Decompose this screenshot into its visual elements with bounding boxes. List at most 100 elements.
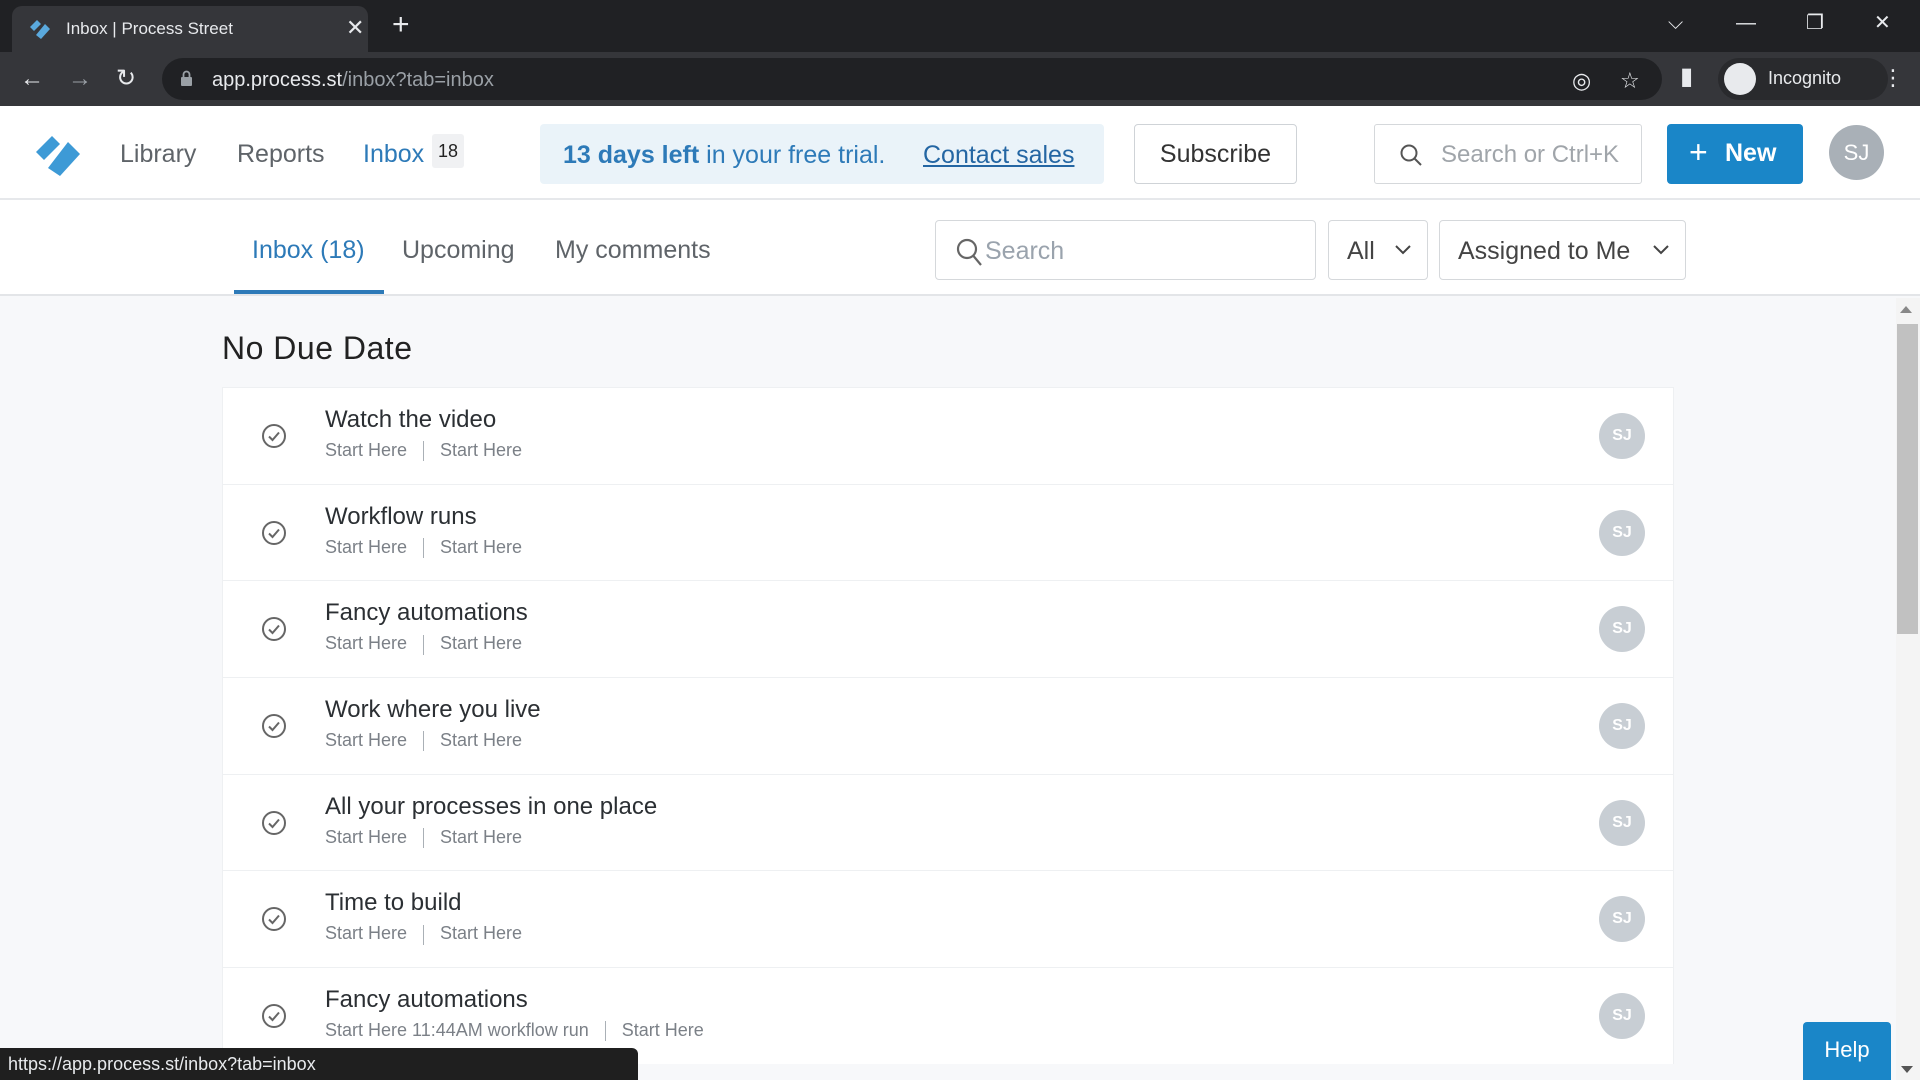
trial-message-rest: in your free trial. <box>699 141 886 169</box>
scroll-down-arrow-icon[interactable] <box>1901 1066 1913 1073</box>
reload-icon[interactable]: ↻ <box>116 64 136 94</box>
workflow-run-name[interactable]: Start Here <box>325 633 407 653</box>
incognito-label: Incognito <box>1768 68 1842 88</box>
new-tab-button[interactable]: + <box>392 8 410 42</box>
task-title[interactable]: Workflow runs <box>325 503 477 531</box>
task-meta: Start Here Start Here <box>325 827 522 848</box>
task-meta: Start Here Start Here <box>325 440 522 462</box>
assignee-avatar[interactable]: SJ <box>1599 703 1645 750</box>
subscribe-button[interactable]: Subscribe <box>1134 124 1297 184</box>
link-hover-status: https://app.process.st/inbox?tab=inbox <box>0 1048 638 1080</box>
check-circle-icon[interactable] <box>261 810 287 836</box>
task-row[interactable]: Watch the video Start Here Start Here SJ <box>222 387 1674 484</box>
task-row[interactable]: Workflow runs Start Here Start Here SJ <box>222 483 1674 581</box>
tab-search-chevron-icon[interactable]: ⌵ <box>1668 8 1683 38</box>
task-title[interactable]: Fancy automations <box>325 599 528 627</box>
task-title[interactable]: Fancy automations <box>325 986 528 1014</box>
trial-banner: 13 days left in your free trial. Contact… <box>540 124 1104 184</box>
task-meta: Start Here Start Here <box>325 537 522 558</box>
close-window-icon[interactable]: ✕ <box>1874 8 1891 38</box>
task-title[interactable]: All your processes in one place <box>325 793 657 821</box>
type-filter-value: All <box>1347 237 1375 265</box>
task-row[interactable]: Fancy automations Start Here Start Here S… <box>222 580 1674 678</box>
workflow-name[interactable]: Start Here <box>440 440 522 460</box>
assignee-avatar[interactable]: SJ <box>1599 896 1645 943</box>
workflow-run-name[interactable]: Start Here <box>325 537 407 557</box>
process-street-logo-icon[interactable] <box>34 132 84 176</box>
assignee-avatar[interactable]: SJ <box>1599 509 1645 556</box>
task-meta: Start Here Start Here <box>325 923 522 945</box>
plus-icon: + <box>1689 134 1708 170</box>
workflow-name[interactable]: Start Here <box>440 923 522 943</box>
browser-tab[interactable]: Inbox | Process Street ✕ <box>12 6 368 52</box>
workflow-run-name[interactable]: Start Here <box>325 923 407 943</box>
incognito-profile-button[interactable]: Incognito <box>1718 58 1888 100</box>
check-circle-icon[interactable] <box>261 616 287 642</box>
assignee-avatar[interactable]: SJ <box>1599 413 1645 459</box>
task-row[interactable]: Time to build Start Here Start Here SJ <box>222 870 1674 968</box>
browser-menu-icon[interactable]: ⋮ <box>1882 64 1904 92</box>
workflow-name[interactable]: Start Here <box>440 827 522 847</box>
nav-library[interactable]: Library <box>120 140 196 169</box>
nav-reports[interactable]: Reports <box>237 140 325 169</box>
task-list: Watch the video Start Here Start Here SJ … <box>222 387 1674 1064</box>
workflow-name[interactable]: Start Here <box>440 633 522 653</box>
workflow-run-name[interactable]: Start Here <box>325 730 407 750</box>
meta-divider <box>423 828 425 848</box>
task-title[interactable]: Work where you live <box>325 696 541 724</box>
restore-window-icon[interactable]: ❐ <box>1806 8 1824 38</box>
meta-divider <box>604 1021 606 1042</box>
check-circle-icon[interactable] <box>261 1003 287 1029</box>
user-avatar[interactable]: SJ <box>1829 125 1884 180</box>
scrollbar-thumb[interactable] <box>1897 324 1918 634</box>
search-icon <box>1400 144 1422 166</box>
incognito-icon <box>1724 63 1756 95</box>
meta-divider <box>423 731 425 752</box>
workflow-run-name[interactable]: Start Here 11:44AM workflow run <box>325 1020 589 1040</box>
assignee-filter-dropdown[interactable]: Assigned to Me <box>1439 220 1686 280</box>
task-meta: Start Here Start Here <box>325 730 522 752</box>
check-circle-icon[interactable] <box>261 713 287 739</box>
type-filter-dropdown[interactable]: All <box>1328 220 1428 280</box>
task-title[interactable]: Watch the video <box>325 406 496 434</box>
address-bar[interactable]: app.process.st/inbox?tab=inbox ◎ ☆ <box>162 58 1662 100</box>
help-button[interactable]: Help <box>1803 1022 1891 1080</box>
scroll-up-arrow-icon[interactable] <box>1900 306 1912 313</box>
inbox-subnav: Inbox (18) Upcoming My comments Search A… <box>0 200 1920 296</box>
eye-off-icon[interactable]: ◎ <box>1572 68 1591 94</box>
workflow-run-name[interactable]: Start Here <box>325 440 407 460</box>
workflow-name[interactable]: Start Here <box>440 730 522 750</box>
assignee-avatar[interactable]: SJ <box>1599 606 1645 653</box>
task-row[interactable]: Work where you live Start Here Start Here… <box>222 677 1674 774</box>
check-circle-icon[interactable] <box>261 520 287 546</box>
back-icon[interactable]: ← <box>20 64 44 94</box>
assignee-avatar[interactable]: SJ <box>1599 799 1645 846</box>
close-tab-icon[interactable]: ✕ <box>346 16 364 40</box>
url-text: app.process.st/inbox?tab=inbox <box>212 69 494 92</box>
task-row[interactable]: All your processes in one place Start He… <box>222 773 1674 871</box>
forward-icon[interactable]: → <box>68 64 92 94</box>
workflow-name[interactable]: Start Here <box>622 1020 704 1040</box>
tab-my-comments[interactable]: My comments <box>555 236 711 265</box>
section-title: No Due Date <box>222 330 413 366</box>
inbox-count-badge: 18 <box>432 134 464 168</box>
url-path: /inbox?tab=inbox <box>342 69 494 91</box>
task-title[interactable]: Time to build <box>325 889 462 917</box>
contact-sales-link[interactable]: Contact sales <box>923 141 1074 170</box>
tab-upcoming[interactable]: Upcoming <box>402 236 515 265</box>
assignee-avatar[interactable]: SJ <box>1599 993 1645 1040</box>
check-circle-icon[interactable] <box>261 423 287 449</box>
bookmark-star-icon[interactable]: ☆ <box>1620 68 1640 94</box>
side-panel-icon[interactable]: ▮ <box>1680 62 1693 92</box>
workflow-run-name[interactable]: Start Here <box>325 827 407 847</box>
new-button[interactable]: + New <box>1667 124 1803 184</box>
inbox-search-input[interactable]: Search <box>935 220 1316 280</box>
tab-inbox[interactable]: Inbox (18) <box>252 236 365 265</box>
check-circle-icon[interactable] <box>261 906 287 932</box>
workflow-name[interactable]: Start Here <box>440 537 522 557</box>
minimize-window-icon[interactable]: — <box>1736 8 1756 38</box>
nav-inbox[interactable]: Inbox <box>363 140 424 169</box>
global-search-input[interactable]: Search or Ctrl+K <box>1374 124 1642 184</box>
global-search-placeholder: Search or Ctrl+K <box>1441 141 1620 168</box>
new-button-label: New <box>1725 139 1777 167</box>
